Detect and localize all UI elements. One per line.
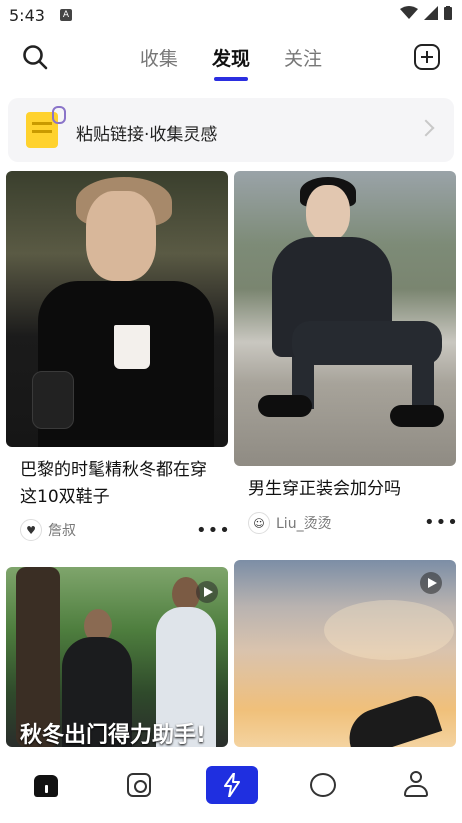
card-author[interactable]: ♥ 詹叔 (20, 519, 76, 541)
wifi-icon (400, 6, 418, 19)
status-bar: 5:43 A (0, 0, 462, 30)
feed-card-image[interactable] (6, 171, 228, 447)
feed-card-image[interactable] (234, 171, 456, 466)
signal-icon (424, 6, 438, 20)
card-photo (234, 171, 456, 466)
status-time: 5:43 (9, 6, 45, 25)
tab-discover[interactable]: 发现 (212, 44, 250, 81)
status-icons (400, 6, 452, 20)
play-icon (196, 581, 218, 603)
more-options-button[interactable]: ••• (196, 520, 231, 541)
profile-icon[interactable] (394, 763, 438, 807)
top-bar: 收集 发现 关注 (0, 30, 462, 86)
card-photo: 秋冬出门得力助手! (6, 567, 228, 747)
author-name: 詹叔 (48, 523, 76, 539)
card-overlay-text: 秋冬出门得力助手! (20, 723, 207, 747)
add-button[interactable] (414, 44, 440, 70)
scan-icon[interactable] (117, 763, 161, 807)
card-photo (6, 171, 228, 447)
paste-banner-text: 粘贴链接·收集灵感 (76, 125, 218, 145)
feed-card-video[interactable] (234, 560, 456, 747)
play-icon (420, 572, 442, 594)
home-icon[interactable] (24, 763, 68, 807)
notification-badge: A (60, 9, 72, 21)
bottom-nav (0, 747, 462, 823)
tab-follow[interactable]: 关注 (284, 44, 322, 71)
paste-link-banner[interactable]: 粘贴链接·收集灵感 (8, 98, 454, 162)
top-tabs: 收集 发现 关注 (0, 44, 462, 81)
author-name: Liu_烫烫 (276, 516, 332, 532)
avatar: ☺ (248, 512, 270, 534)
bolt-icon[interactable] (206, 766, 258, 804)
tab-collect[interactable]: 收集 (140, 44, 178, 71)
battery-icon (444, 6, 452, 20)
feed-card-video[interactable]: 秋冬出门得力助手! (6, 567, 228, 747)
more-options-button[interactable]: ••• (424, 512, 459, 533)
chat-icon[interactable] (301, 763, 345, 807)
chevron-right-icon (417, 119, 435, 137)
paperclip-icon (52, 106, 66, 124)
card-author[interactable]: ☺ Liu_烫烫 (248, 512, 332, 534)
avatar: ♥ (20, 519, 42, 541)
card-title[interactable]: 巴黎的时髦精秋冬都在穿这10双鞋子 (20, 457, 220, 511)
card-title[interactable]: 男生穿正装会加分吗 (248, 476, 448, 503)
